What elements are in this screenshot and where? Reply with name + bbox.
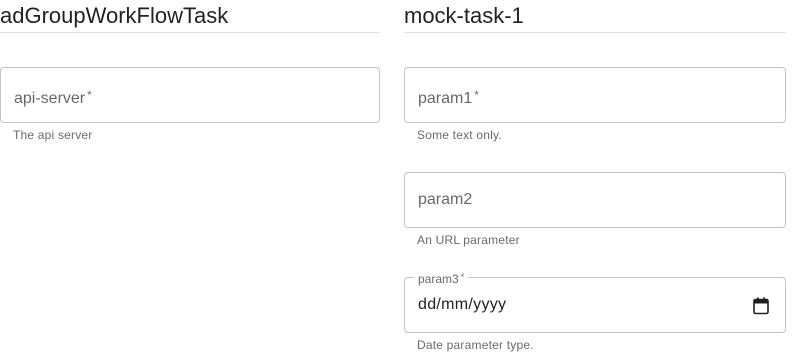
api-server-input[interactable]: api-server * bbox=[0, 67, 380, 123]
param1-field: param1 * Some text only. bbox=[404, 67, 786, 142]
task-parameters-form: adGroupWorkFlowTask api-server * The api … bbox=[0, 0, 810, 357]
left-task-section: adGroupWorkFlowTask api-server * The api … bbox=[0, 0, 380, 357]
param1-label: param1 * bbox=[418, 88, 479, 107]
param2-input[interactable]: param2 bbox=[404, 172, 786, 228]
required-asterisk: * bbox=[87, 88, 92, 102]
param3-field: param3 * dd/mm/yyyy Date parameter type. bbox=[404, 270, 786, 352]
param3-date-input[interactable]: param3 * dd/mm/yyyy bbox=[404, 270, 786, 333]
param3-label: param3 * bbox=[414, 270, 469, 286]
section-divider bbox=[404, 32, 786, 33]
param3-helper-text: Date parameter type. bbox=[417, 338, 534, 352]
param2-field: param2 An URL parameter bbox=[404, 172, 786, 247]
section-title: mock-task-1 bbox=[404, 3, 524, 28]
param3-date-placeholder: dd/mm/yyyy bbox=[418, 296, 507, 313]
param2-helper-text: An URL parameter bbox=[417, 233, 520, 247]
param2-label: param2 bbox=[418, 191, 473, 208]
required-asterisk: * bbox=[474, 88, 479, 102]
section-divider bbox=[0, 32, 380, 33]
param1-helper-text: Some text only. bbox=[417, 128, 502, 142]
required-asterisk: * bbox=[460, 272, 465, 282]
section-title: adGroupWorkFlowTask bbox=[0, 3, 229, 28]
right-task-section: mock-task-1 param1 * Some text only. para… bbox=[404, 0, 786, 357]
api-server-helper-text: The api server bbox=[13, 128, 93, 142]
param1-input[interactable]: param1 * bbox=[404, 67, 786, 123]
api-server-label: api-server * bbox=[14, 88, 92, 107]
api-server-field: api-server * The api server bbox=[0, 67, 380, 142]
calendar-icon[interactable] bbox=[753, 297, 769, 315]
